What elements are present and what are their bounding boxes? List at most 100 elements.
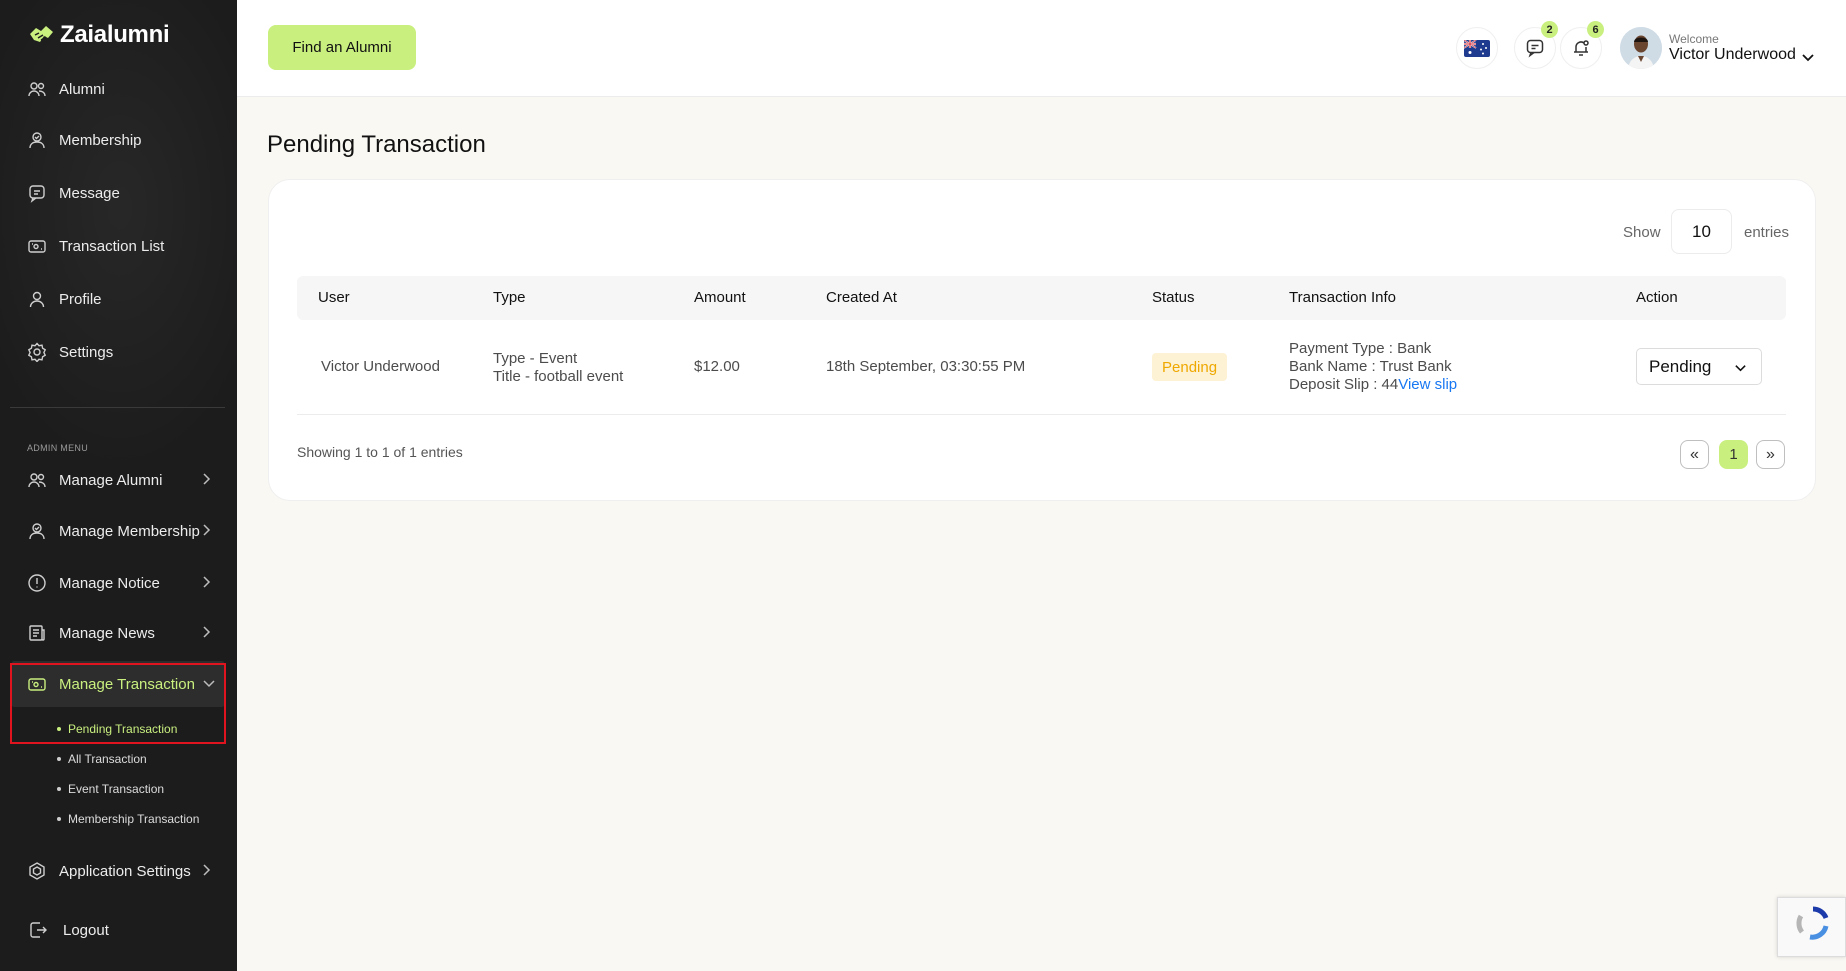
sidebar-item-manage-membership[interactable]: Manage Membership [0,508,225,554]
welcome-label: Welcome [1669,32,1719,46]
show-label: Show [1623,224,1661,241]
sidebar-item-label: Manage Notice [59,574,160,592]
page-title: Pending Transaction [267,131,486,158]
cell-type-line2: Title - football event [493,368,624,385]
logo-icon [30,26,53,42]
bullet-icon [57,757,61,761]
bullet-icon [57,727,61,731]
column-header-amount[interactable]: Amount [694,289,746,306]
user-icon [26,288,48,310]
alert-icon [26,572,48,594]
australia-flag-icon [1464,39,1490,57]
chevron-right-icon [203,524,211,536]
sub-item-all-transaction[interactable]: All Transaction [57,752,147,766]
sidebar: Zaialumni Alumni Membership Message Tran… [0,0,237,971]
sub-item-pending-transaction[interactable]: Pending Transaction [57,722,177,736]
pagination-prev-button[interactable]: « [1680,440,1709,469]
chevron-right-icon [203,864,211,876]
language-selector[interactable] [1456,27,1498,69]
avatar[interactable] [1620,27,1662,69]
column-header-created-at[interactable]: Created At [826,289,897,306]
bell-icon [1574,40,1589,56]
sidebar-item-label: Application Settings [59,862,191,880]
find-alumni-button[interactable]: Find an Alumni [268,25,416,70]
sidebar-item-alumni[interactable]: Alumni [0,66,225,112]
table-header: User Type Amount Created At Status Trans… [297,276,1786,320]
sub-item-label: All Transaction [68,752,147,766]
admin-menu-label: ADMIN MENU [27,443,88,453]
sidebar-item-manage-alumni[interactable]: Manage Alumni [0,457,225,503]
sidebar-item-settings[interactable]: Settings [0,329,225,375]
sub-item-label: Event Transaction [68,782,165,796]
chevron-down-icon[interactable] [1801,50,1815,64]
sub-item-membership-transaction[interactable]: Membership Transaction [57,812,199,826]
bullet-icon [57,817,61,821]
action-status-select[interactable]: Pending [1636,348,1762,385]
sidebar-item-manage-notice[interactable]: Manage Notice [0,560,225,606]
sidebar-item-transaction-list[interactable]: Transaction List [0,223,225,269]
messages-button[interactable]: 2 [1514,21,1558,69]
sidebar-item-label: Manage Membership [59,522,200,540]
pagination-page-1-button[interactable]: 1 [1719,440,1748,469]
app-logo[interactable]: Zaialumni [26,20,170,50]
sidebar-item-profile[interactable]: Profile [0,276,225,322]
view-slip-link[interactable]: View slip [1398,376,1457,393]
column-header-user[interactable]: User [318,289,350,306]
cube-icon [26,860,48,882]
chat-icon [1526,39,1544,58]
sidebar-item-message[interactable]: Message [0,170,225,216]
column-header-status[interactable]: Status [1152,289,1195,306]
column-header-type[interactable]: Type [493,289,526,306]
chevron-right-icon [203,473,211,485]
wallet-icon [26,235,48,257]
action-select-value: Pending [1649,356,1712,376]
logout-label: Logout [63,921,109,939]
recaptcha-icon [1796,906,1829,940]
entries-per-page-input[interactable] [1671,209,1732,254]
pagination-next-button[interactable]: » [1756,440,1785,469]
sub-item-label: Membership Transaction [68,812,200,826]
sidebar-item-membership[interactable]: Membership [0,117,225,163]
sidebar-item-label: Transaction List [59,237,165,255]
cell-created-at: 18th September, 03:30:55 PM [826,358,1026,375]
gear-icon [26,341,48,363]
sub-item-label: Pending Transaction [68,722,178,736]
logout-icon [27,919,49,941]
users-icon [26,469,48,491]
sidebar-divider [10,407,225,408]
info-bank-name: Bank Name : Trust Bank [1289,358,1452,375]
message-count-badge: 2 [1541,21,1558,38]
cell-type-line1: Type - Event [493,350,578,367]
cell-amount: $12.00 [694,358,740,375]
notification-count-badge: 6 [1587,21,1604,38]
sidebar-item-label: Manage Alumni [59,471,163,489]
sidebar-item-label: Message [59,184,120,202]
username[interactable]: Victor Underwood [1669,46,1796,64]
cell-user: Victor Underwood [321,358,440,375]
column-header-transaction-info[interactable]: Transaction Info [1289,289,1396,306]
message-icon [26,182,48,204]
table-row: Victor Underwood Type - Event Title - fo… [297,320,1786,415]
showing-entries-text: Showing 1 to 1 of 1 entries [297,444,463,460]
logout-button[interactable]: Logout [0,907,225,953]
membership-icon [26,520,48,542]
column-header-action[interactable]: Action [1636,289,1678,306]
user-avatar-icon [1620,27,1662,69]
deposit-slip-text: Deposit Slip : 44 [1289,376,1399,393]
sidebar-item-label: Settings [59,343,114,361]
chevron-right-icon [203,576,211,588]
news-icon [26,622,48,644]
bullet-icon [57,787,61,791]
sidebar-item-application-settings[interactable]: Application Settings [0,848,225,894]
status-badge: Pending [1152,353,1228,381]
info-payment-type: Payment Type : Bank [1289,340,1432,357]
notifications-button[interactable]: 6 [1560,21,1604,69]
chevron-down-icon [1735,365,1746,372]
chevron-right-icon [203,626,211,638]
recaptcha-badge[interactable] [1777,897,1846,957]
sidebar-item-label: Membership [59,131,142,149]
sidebar-item-label: Profile [59,290,102,308]
info-deposit-slip: Deposit Slip : 44View slip [1289,376,1457,394]
sidebar-item-manage-news[interactable]: Manage News [0,610,225,656]
sub-item-event-transaction[interactable]: Event Transaction [57,782,164,796]
